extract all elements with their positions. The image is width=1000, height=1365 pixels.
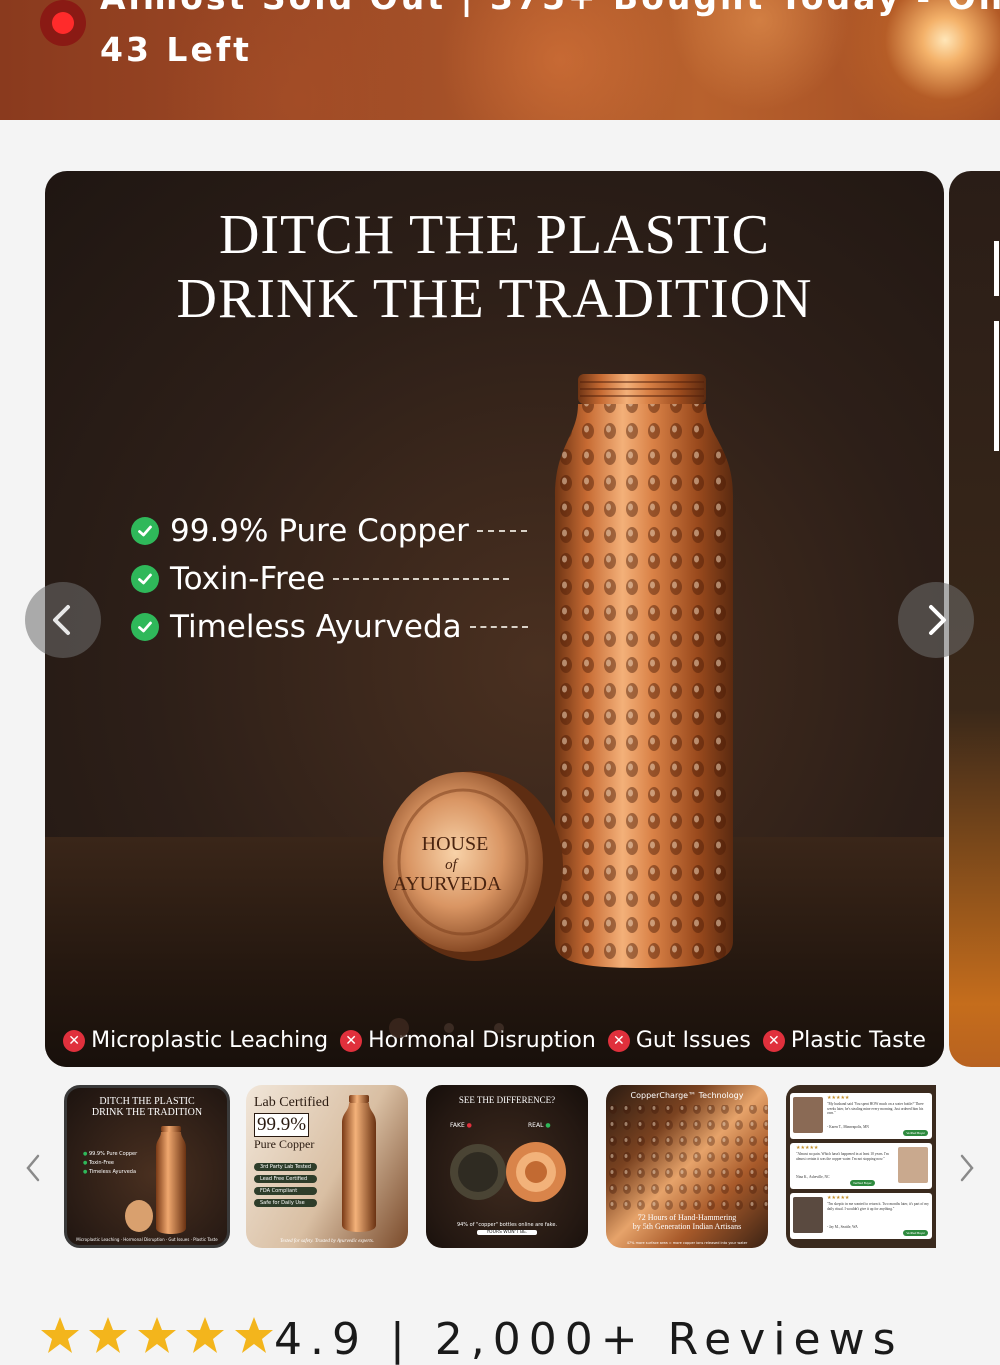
thumb-real-label: REAL ● (528, 1122, 551, 1129)
slide-headline-line1: DITCH THE PLASTIC (218, 204, 771, 266)
reviewer-photo (793, 1197, 823, 1233)
checkmark-icon (131, 613, 159, 641)
pagination-dot[interactable] (444, 1023, 454, 1033)
star-rating (40, 1316, 278, 1359)
x-circle-icon: ✕ (762, 1029, 785, 1052)
review-card: ★★★★★ "Almost no pain. Which hasn't happ… (790, 1143, 932, 1189)
thumb-title: SEE THE DIFFERENCE? (458, 1095, 556, 1105)
slide-headline-line2: DRINK THE TRADITION (176, 268, 813, 330)
rating-text: 4.9 | 2,000+ Reviews (274, 1314, 904, 1365)
thumb-fake-label: FAKE ● (450, 1122, 472, 1129)
star-icon (89, 1317, 128, 1353)
cap-brand-text: HOUSE (422, 833, 489, 855)
thumb-caption: 94% of "copper" bottles online are fake. (456, 1222, 558, 1228)
copper-bottle-image: HOUSE of AYURVEDA (335, 366, 755, 986)
thumbnail-3[interactable]: SEE THE DIFFERENCE? FAKE ● REAL ● 94% of… (426, 1085, 588, 1248)
feature-label: 99.9% Pure Copper (170, 513, 469, 549)
problem-item: ✕ Microplastic Leaching (63, 1028, 328, 1053)
thumb-bottle-image (125, 1126, 186, 1234)
product-image-slide[interactable]: DITCH THE PLASTIC DRINK THE TRADITION HO… (45, 171, 944, 1067)
thumbnail-5[interactable]: ★★★★★ "My husband said 'You spent HOW mu… (786, 1085, 936, 1248)
svg-text:of: of (445, 857, 459, 873)
feature-item: Toxin-Free (131, 555, 528, 603)
star-icon (186, 1317, 225, 1353)
problem-label: Microplastic Leaching (91, 1028, 329, 1053)
thumb-title: DITCH THE PLASTIC (99, 1096, 195, 1107)
feature-label: Toxin-Free (170, 561, 326, 597)
checkmark-icon (131, 565, 159, 593)
carousel-next-button[interactable] (898, 582, 974, 658)
feature-label: Timeless Ayurveda (170, 609, 462, 645)
thumb-caption: 72 Hours of Hand-Hammering by 5th Genera… (632, 1213, 742, 1231)
problem-label: Plastic Taste (790, 1028, 926, 1053)
star-icon (41, 1317, 79, 1353)
feature-item: 99.9% Pure Copper (131, 507, 528, 555)
thumbnail-2[interactable]: Lab Certified 99.9% Pure Copper 3rd Part… (246, 1085, 408, 1248)
star-icon (137, 1317, 176, 1353)
svg-text:AYURVEDA: AYURVEDA (393, 873, 502, 895)
thumb-footer: Microplastic Leaching · Hormonal Disrupt… (76, 1237, 218, 1242)
reviewer-photo (793, 1097, 823, 1133)
star-icon (234, 1317, 273, 1353)
problem-label: Gut Issues (635, 1028, 751, 1053)
chevron-left-icon (53, 605, 70, 635)
thumb-footer: 47% more surface area = more copper ions… (626, 1241, 748, 1245)
live-indicator-icon (40, 0, 86, 46)
pagination-dot-active[interactable] (389, 1018, 409, 1038)
thumb-cta: YOURS WON'T BE. (477, 1230, 537, 1235)
carousel-pagination (389, 1018, 549, 1038)
thumb-title: Lab Certified (254, 1095, 330, 1110)
thumbnail-4[interactable]: CopperCharge™ Technology 72 Hours of Han… (606, 1085, 768, 1248)
slide-headline: DITCH THE PLASTIC DRINK THE TRADITION (45, 203, 944, 331)
thumb-title: DRINK THE TRADITION (91, 1107, 203, 1118)
thumb-footer: Tested for safety. Trusted by Ayurvedic … (280, 1239, 374, 1244)
review-card: ★★★★★ "I'm skeptic in me wanted to retur… (790, 1193, 932, 1239)
x-circle-icon: ✕ (340, 1029, 363, 1052)
problem-item: ✕ Plastic Taste (762, 1028, 926, 1053)
review-card: ★★★★★ "My husband said 'You spent HOW mu… (790, 1093, 932, 1139)
thumbnail-strip: DITCH THE PLASTIC DRINK THE TRADITION ● … (0, 1085, 1000, 1250)
problem-item: ✕ Gut Issues (607, 1028, 751, 1053)
thumb-badges: 3rd Party Lab Tested Lead Free Certified… (254, 1163, 318, 1207)
chevron-right-icon (929, 605, 946, 635)
feature-list: 99.9% Pure Copper Toxin-Free Timeless Ay… (131, 507, 528, 651)
thumb-comparison-image (450, 1142, 566, 1202)
banner-text-line1: Almost Sold Out | 375+ Bought Today - On… (100, 0, 1000, 17)
pagination-dot[interactable] (494, 1023, 504, 1033)
urgency-banner: Almost Sold Out | 375+ Bought Today - On… (0, 0, 1000, 120)
banner-text-line2: 43 Left (100, 30, 252, 69)
thumb-percent: 99.9% (254, 1113, 310, 1137)
x-circle-icon: ✕ (63, 1029, 86, 1052)
pointer-line (476, 530, 527, 532)
carousel-prev-button[interactable] (25, 582, 101, 658)
thumb-bottle-image (342, 1095, 376, 1232)
x-circle-icon: ✕ (607, 1029, 630, 1052)
checkmark-icon (131, 517, 159, 545)
reviewer-photo (898, 1147, 928, 1183)
feature-item: Timeless Ayurveda (131, 603, 528, 651)
pointer-line (333, 578, 510, 580)
thumbnail-1[interactable]: DITCH THE PLASTIC DRINK THE TRADITION ● … (64, 1085, 230, 1248)
thumb-subtitle: Pure Copper (254, 1137, 315, 1151)
pointer-line (469, 626, 528, 628)
